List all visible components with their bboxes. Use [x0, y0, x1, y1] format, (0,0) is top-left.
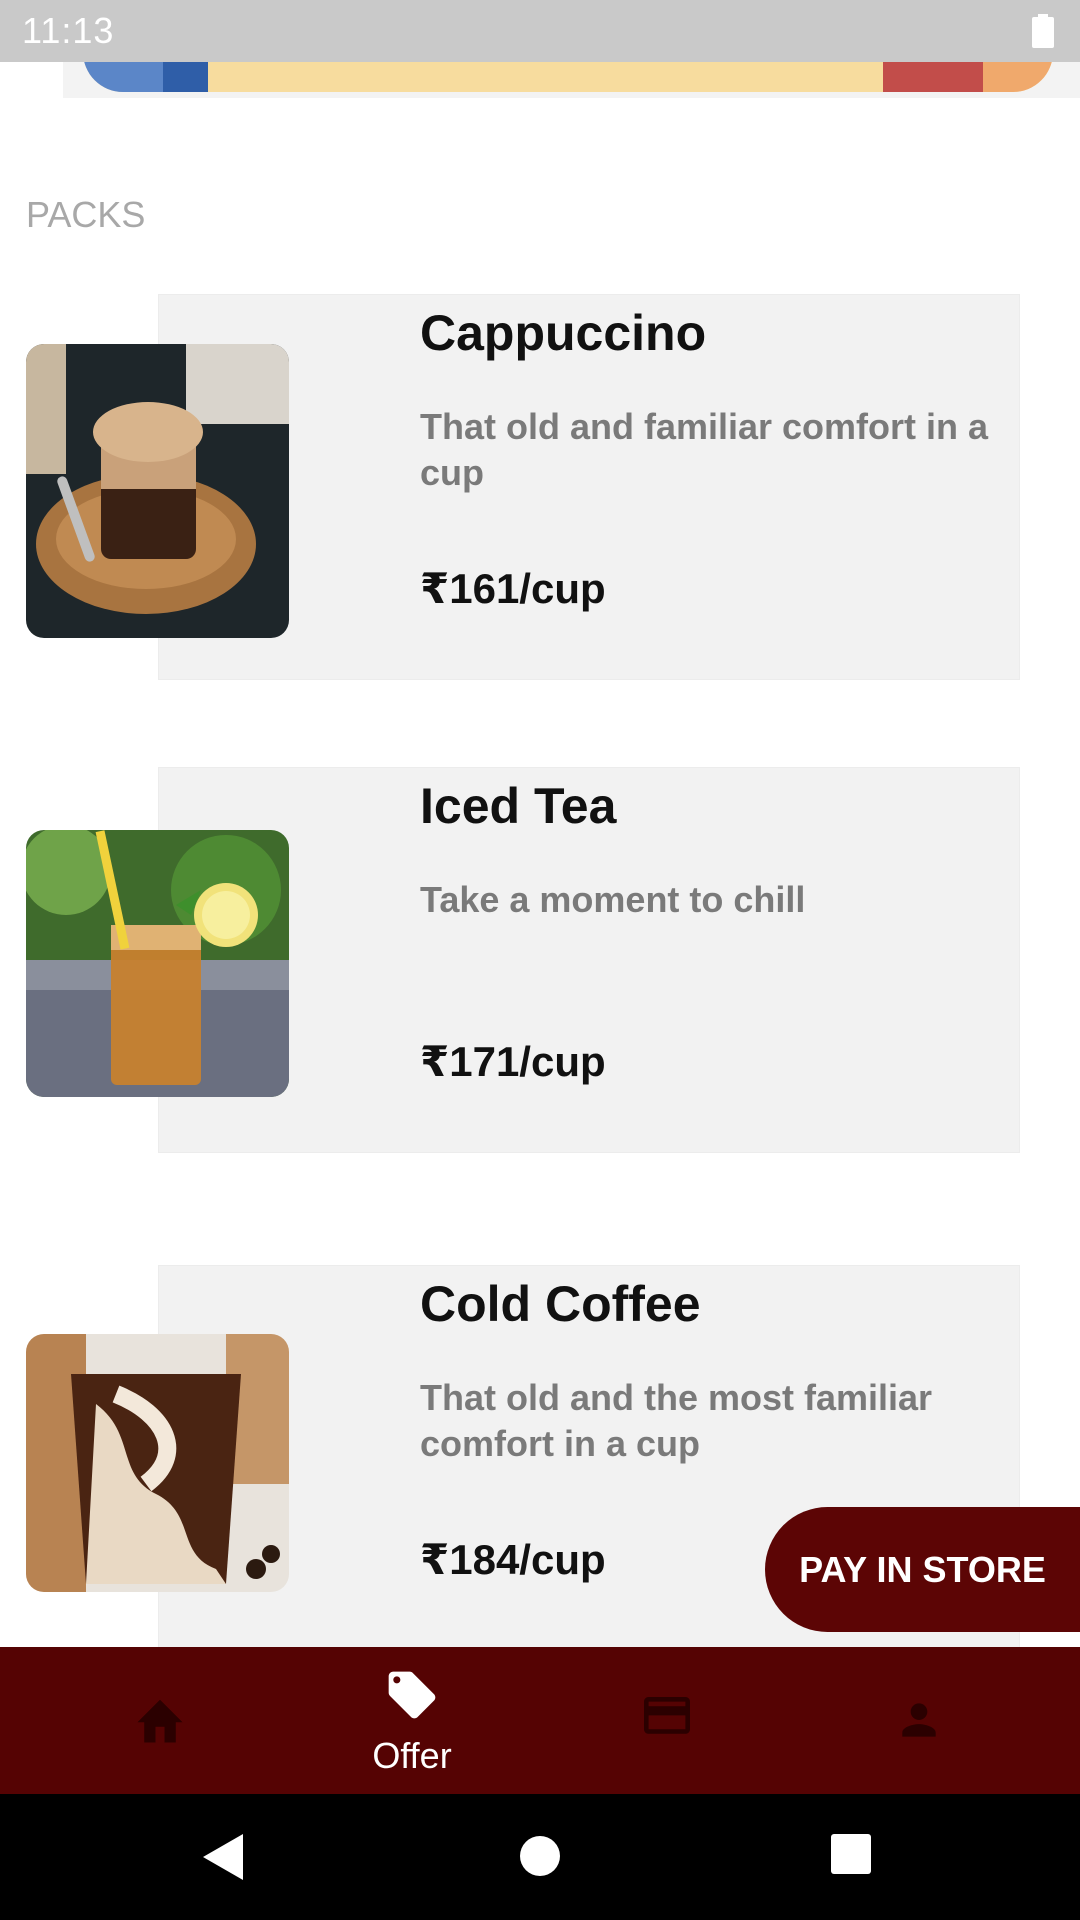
pack-name: Iced Tea [420, 778, 617, 834]
pack-description: Take a moment to chill [420, 879, 806, 920]
person-icon [902, 1703, 936, 1737]
nav-item-card[interactable] [532, 1647, 802, 1794]
pack-price: ₹161/cup [420, 565, 606, 612]
nav-label-offer: Offer [372, 1735, 452, 1776]
section-title: PACKS [26, 194, 146, 235]
pack-description: That old and the most familiar comfort i… [420, 1377, 933, 1464]
recents-icon[interactable] [831, 1834, 871, 1874]
cappuccino-image [26, 344, 289, 638]
pack-name: Cold Coffee [420, 1276, 701, 1332]
cold-coffee-image [26, 1334, 289, 1592]
promo-banner[interactable] [63, 62, 1080, 98]
nav-item-offer[interactable]: Offer [277, 1647, 547, 1794]
nav-item-profile[interactable] [784, 1647, 1054, 1794]
back-icon[interactable] [203, 1834, 247, 1880]
system-nav-bar [0, 1794, 1080, 1920]
banner-image [83, 62, 1053, 92]
bottom-nav: Offer [0, 1647, 1080, 1794]
battery-icon [1032, 14, 1054, 48]
pack-price: ₹171/cup [420, 1038, 606, 1085]
tag-icon [388, 1671, 436, 1719]
nav-item-home[interactable] [25, 1647, 295, 1794]
status-bar: 11:13 [0, 0, 1080, 62]
pay-in-store-button[interactable]: PAY IN STORE [765, 1507, 1080, 1632]
pack-price: ₹184/cup [420, 1536, 606, 1583]
status-time: 11:13 [22, 10, 115, 51]
home-circle-icon[interactable] [518, 1834, 562, 1878]
card-icon [644, 1697, 690, 1734]
iced-tea-image [26, 830, 289, 1097]
home-icon [137, 1699, 183, 1743]
pack-name: Cappuccino [420, 305, 707, 361]
pack-description: That old and familiar comfort in a cup [420, 406, 989, 493]
